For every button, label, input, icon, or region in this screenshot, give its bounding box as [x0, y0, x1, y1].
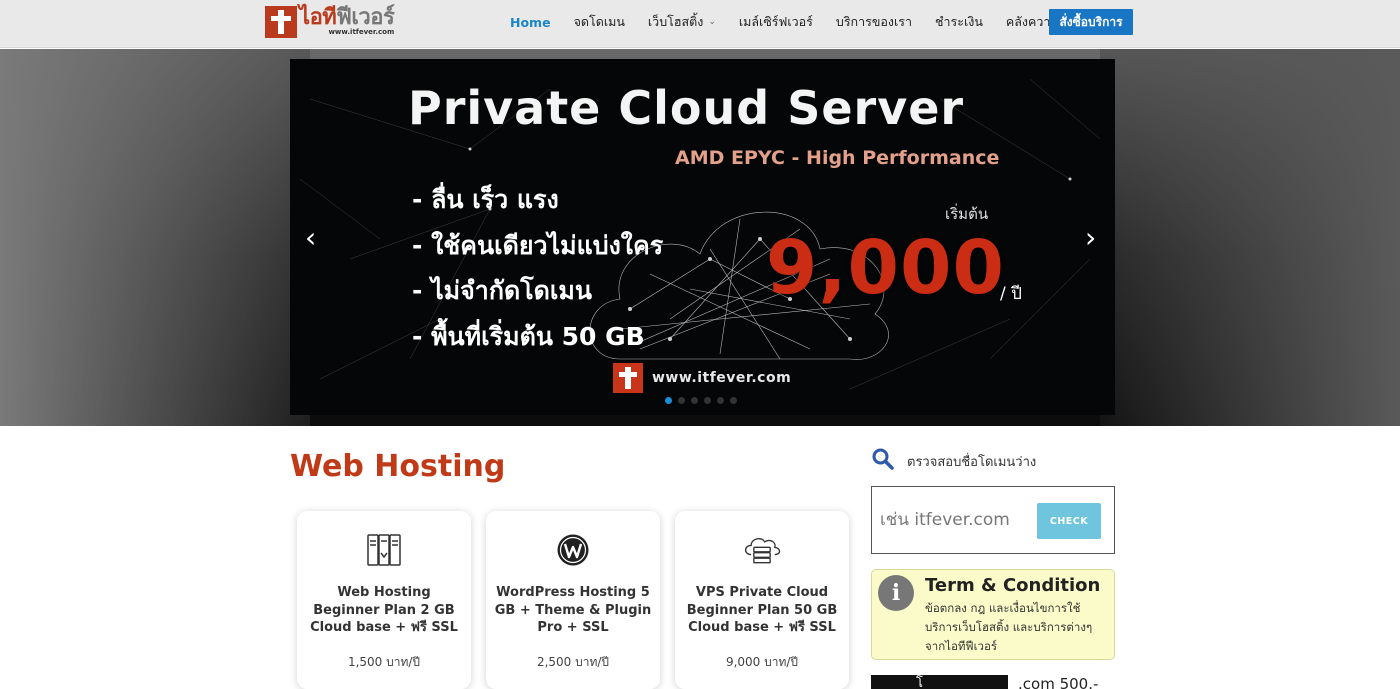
hero-feature-list: - ลื่น เร็ว แรง - ใช้คนเดียวไม่แบ่งใคร -…	[412, 177, 663, 359]
hosting-card-name: VPS Private Cloud Beginner Plan 50 GB Cl…	[686, 585, 838, 635]
domain-search-input[interactable]	[880, 505, 1038, 535]
hosting-card[interactable]: Web Hosting Beginner Plan 2 GB Cloud bas…	[297, 511, 471, 689]
logo-subtext: www.itfever.com	[328, 28, 395, 36]
logo-mark-icon	[265, 6, 297, 38]
hero-price-prefix: เริ่มต้น	[945, 205, 989, 223]
cloud-server-icon	[742, 530, 782, 570]
hero-feature: - ไม่จำกัดโดเมน	[412, 276, 592, 305]
wordpress-icon	[553, 530, 593, 570]
banner-logo-icon	[613, 363, 643, 393]
nav-web-hosting-label: เว็บโฮสติ้ง	[647, 14, 704, 29]
domain-search-label: ตรวจสอบชื่อโดเมนว่าง	[907, 454, 1037, 470]
site-header: ไอทีฟีเวอร์ www.itfever.com Home จดโดเมน…	[0, 0, 1400, 48]
domain-promo[interactable]: โ .com 500.-	[871, 675, 1115, 689]
order-service-button[interactable]: สั่งซื้อบริการ	[1049, 9, 1133, 35]
slider-dot[interactable]	[730, 397, 737, 404]
hero-subtitle: AMD EPYC - High Performance	[675, 147, 1000, 169]
hosting-card-name: Web Hosting Beginner Plan 2 GB Cloud bas…	[310, 585, 458, 635]
hero-slider: Private Cloud Server AMD EPYC - High Per…	[0, 49, 1400, 426]
hosting-card-price: 2,500 บาท/ปี	[536, 655, 610, 669]
nav-services[interactable]: บริการของเรา	[836, 12, 912, 32]
hosting-card[interactable]: VPS Private Cloud Beginner Plan 50 GB Cl…	[675, 511, 849, 689]
hero-title: Private Cloud Server	[408, 81, 965, 135]
main-nav: Home จดโดเมน เว็บโฮสติ้ง ⌄ เมล์เซิร์ฟเวอร…	[498, 0, 1088, 44]
check-domain-button[interactable]: CHECK	[1037, 503, 1101, 539]
nav-payment[interactable]: ชำระเงิน	[935, 12, 983, 32]
terms-condition-box[interactable]: i Term & Condition ข้อตกลง กฎ และเงื่อนไ…	[871, 569, 1115, 660]
promo-text: .com 500.-	[1018, 675, 1099, 689]
logo-text-b: ฟีเวอร์	[336, 5, 395, 30]
nav-mail-server[interactable]: เมล์เซิร์ฟเวอร์	[739, 12, 813, 32]
slider-dot[interactable]	[678, 397, 685, 404]
nav-web-hosting[interactable]: เว็บโฮสติ้ง ⌄	[648, 12, 716, 32]
terms-description: ข้อตกลง กฎ และเงื่อนไขการใช้บริการเว็บโฮ…	[925, 601, 1093, 653]
slider-dot[interactable]	[665, 397, 672, 404]
hosting-card-price: 1,500 บาท/ปี	[347, 655, 421, 669]
hero-feature: - ลื่น เร็ว แรง	[412, 185, 559, 214]
hero-price-suffix: / ปี	[1000, 284, 1022, 304]
hosting-cards: Web Hosting Beginner Plan 2 GB Cloud bas…	[297, 511, 864, 689]
hosting-card-price: 9,000 บาท/ปี	[725, 655, 799, 669]
hero-url: www.itfever.com	[652, 370, 792, 386]
nav-domain[interactable]: จดโดเมน	[574, 12, 625, 32]
slider-dot[interactable]	[717, 397, 724, 404]
slider-dot[interactable]	[691, 397, 698, 404]
hero-banner[interactable]: Private Cloud Server AMD EPYC - High Per…	[290, 59, 1115, 415]
logo-text-a: ไอที	[299, 5, 337, 30]
site-logo[interactable]: ไอทีฟีเวอร์ www.itfever.com	[265, 5, 395, 40]
promo-badge: โ	[871, 675, 1008, 689]
slider-next-arrow-icon[interactable]: ›	[1085, 224, 1096, 252]
section-title-web-hosting: Web Hosting	[290, 449, 506, 484]
domain-search-box: CHECK	[871, 486, 1115, 554]
search-icon	[871, 447, 895, 475]
hero-feature: - พื้นที่เริ่มต้น 50 GB	[412, 321, 645, 351]
chevron-down-icon: ⌄	[708, 17, 716, 27]
nav-home[interactable]: Home	[510, 15, 551, 30]
server-rack-icon	[364, 530, 404, 570]
slider-dots	[665, 397, 743, 404]
slider-prev-arrow-icon[interactable]: ‹	[305, 224, 316, 252]
slider-dot[interactable]	[704, 397, 711, 404]
hosting-card-name: WordPress Hosting 5 GB + Theme & Plugin …	[494, 585, 652, 635]
hosting-card[interactable]: WordPress Hosting 5 GB + Theme & Plugin …	[486, 511, 660, 689]
info-icon: i	[878, 575, 914, 611]
domain-search-header: ตรวจสอบชื่อโดเมนว่าง	[871, 447, 1036, 475]
terms-title: Term & Condition	[925, 575, 1101, 596]
hero-feature: - ใช้คนเดียวไม่แบ่งใคร	[412, 230, 664, 260]
hero-price: 9,000	[765, 225, 1005, 311]
